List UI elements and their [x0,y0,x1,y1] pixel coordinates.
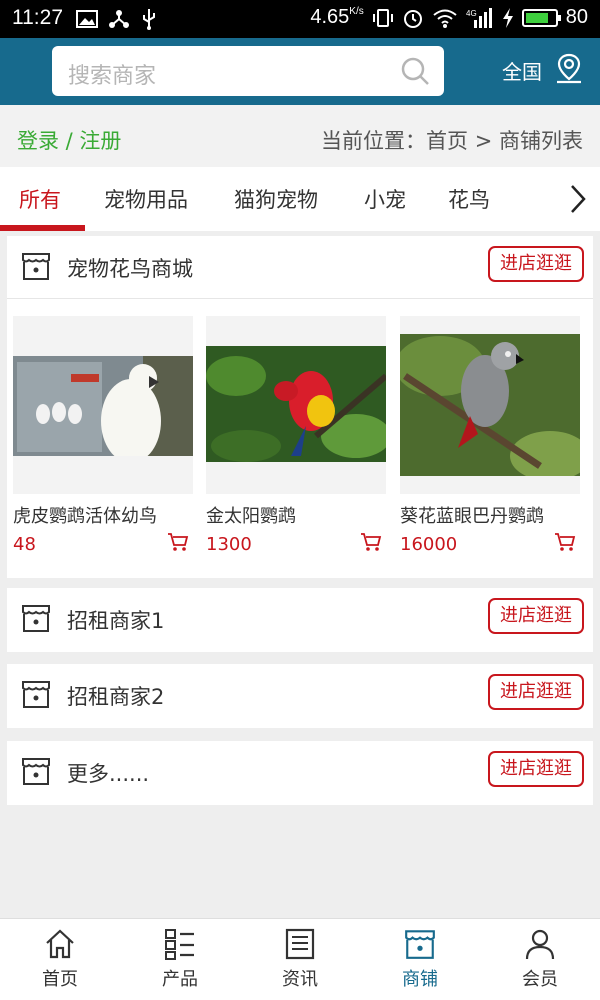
search-icon[interactable] [400,56,430,86]
store-card: 招租商家1 进店逛逛 [7,588,593,652]
enter-store-button[interactable]: 进店逛逛 [488,751,584,787]
image-icon [76,10,98,28]
wifi-icon [433,9,457,28]
store-card: 招租商家2 进店逛逛 [7,664,593,728]
store-name[interactable]: 招租商家1 [67,605,164,635]
nav-news[interactable]: 资讯 [240,927,360,991]
product-name[interactable]: 虎皮鹦鹉活体幼鸟 [13,502,193,528]
vibrate-icon [372,8,393,27]
store-name[interactable]: 宠物花鸟商城 [67,253,193,283]
nav-member[interactable]: 会员 [480,927,600,991]
network-speed: 4.65K/s [310,6,364,28]
product-image[interactable] [13,316,193,494]
home-icon [46,929,74,959]
breadcrumb: 当前位置：首页 > 商铺列表 [321,129,583,153]
region-selector[interactable]: 全国 [502,56,542,85]
status-bar: 11:27 4.65K/s 4G 80 [0,0,600,38]
status-time: 11:27 [12,6,63,29]
chevron-right-icon[interactable] [568,183,588,215]
tab-flowers-birds[interactable]: 花鸟 [448,184,490,214]
enter-store-button[interactable]: 进店逛逛 [488,598,584,634]
location-icon[interactable] [554,52,584,84]
store-icon [22,758,50,785]
signal-icon: 4G [466,7,492,28]
list-icon [165,929,194,960]
product-item[interactable]: 金太阳鹦鹉 1300 [206,316,386,555]
news-icon [285,928,315,960]
store-icon [405,930,435,959]
product-list: 虎皮鹦鹉活体幼鸟 48 金太阳鹦鹉 1300 葵花蓝眼巴丹鹦鹉 16000 [7,299,593,579]
product-item[interactable]: 葵花蓝眼巴丹鹦鹉 16000 [400,316,580,555]
category-tabs: 所有 宠物用品 猫狗宠物 小宠 花鸟 [0,167,600,231]
tab-small-pets[interactable]: 小宠 [364,184,406,214]
user-icon [525,929,555,960]
more-stores-link[interactable]: 更多...... [67,758,149,788]
nav-products[interactable]: 产品 [120,927,240,991]
cart-icon[interactable] [360,532,382,552]
login-register-link[interactable]: 登录 / 注册 [17,125,121,155]
share-icon [109,10,129,28]
search-input[interactable]: 搜索商家 [52,46,444,96]
alarm-icon [403,9,422,28]
usb-icon [143,9,155,30]
charging-icon [502,7,513,28]
app-header: 搜索商家 全国 [0,38,600,105]
battery-level: 80 [565,6,588,28]
enter-store-button[interactable]: 进店逛逛 [488,246,584,282]
product-price: 16000 [400,534,458,555]
active-tab-indicator [0,225,85,231]
store-name[interactable]: 招租商家2 [67,681,164,711]
product-image[interactable] [206,316,386,494]
store-icon [22,253,50,280]
tab-all[interactable]: 所有 [19,184,61,214]
cart-icon[interactable] [167,532,189,552]
battery-icon [521,8,561,27]
product-price: 48 [13,534,36,555]
tab-pet-supplies[interactable]: 宠物用品 [104,184,188,214]
product-name[interactable]: 金太阳鹦鹉 [206,502,386,528]
product-price: 1300 [206,534,252,555]
store-card: 更多...... 进店逛逛 [7,741,593,805]
svg-text:4G: 4G [466,9,477,18]
breadcrumb-bar: 登录 / 注册 当前位置：首页 > 商铺列表 [0,105,600,167]
search-placeholder: 搜索商家 [68,64,157,89]
nav-home[interactable]: 首页 [0,927,120,991]
cart-icon[interactable] [554,532,576,552]
product-name[interactable]: 葵花蓝眼巴丹鹦鹉 [400,502,580,528]
tab-cats-dogs[interactable]: 猫狗宠物 [234,184,318,214]
product-item[interactable]: 虎皮鹦鹉活体幼鸟 48 [13,316,193,555]
bottom-nav: 首页 产品 资讯 商铺 会员 [0,918,600,1000]
enter-store-button[interactable]: 进店逛逛 [488,674,584,710]
store-card: 宠物花鸟商城 进店逛逛 虎皮鹦鹉活体幼鸟 48 金太阳鹦鹉 1300 葵花蓝眼巴… [7,236,593,578]
product-image[interactable] [400,316,580,494]
store-icon [22,681,50,708]
nav-stores[interactable]: 商铺 [360,927,480,991]
store-icon [22,605,50,632]
